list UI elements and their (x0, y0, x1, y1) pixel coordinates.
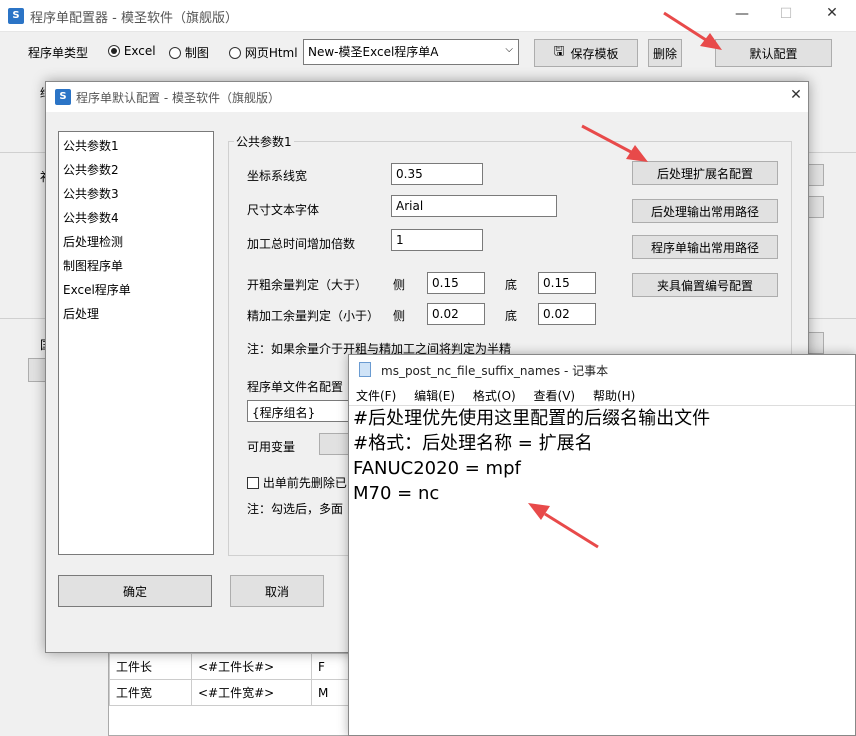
arrow-annotation (528, 503, 599, 549)
arrow-annotation (581, 124, 648, 162)
arrow-annotation (663, 11, 722, 50)
annotation-arrows (528, 11, 722, 549)
